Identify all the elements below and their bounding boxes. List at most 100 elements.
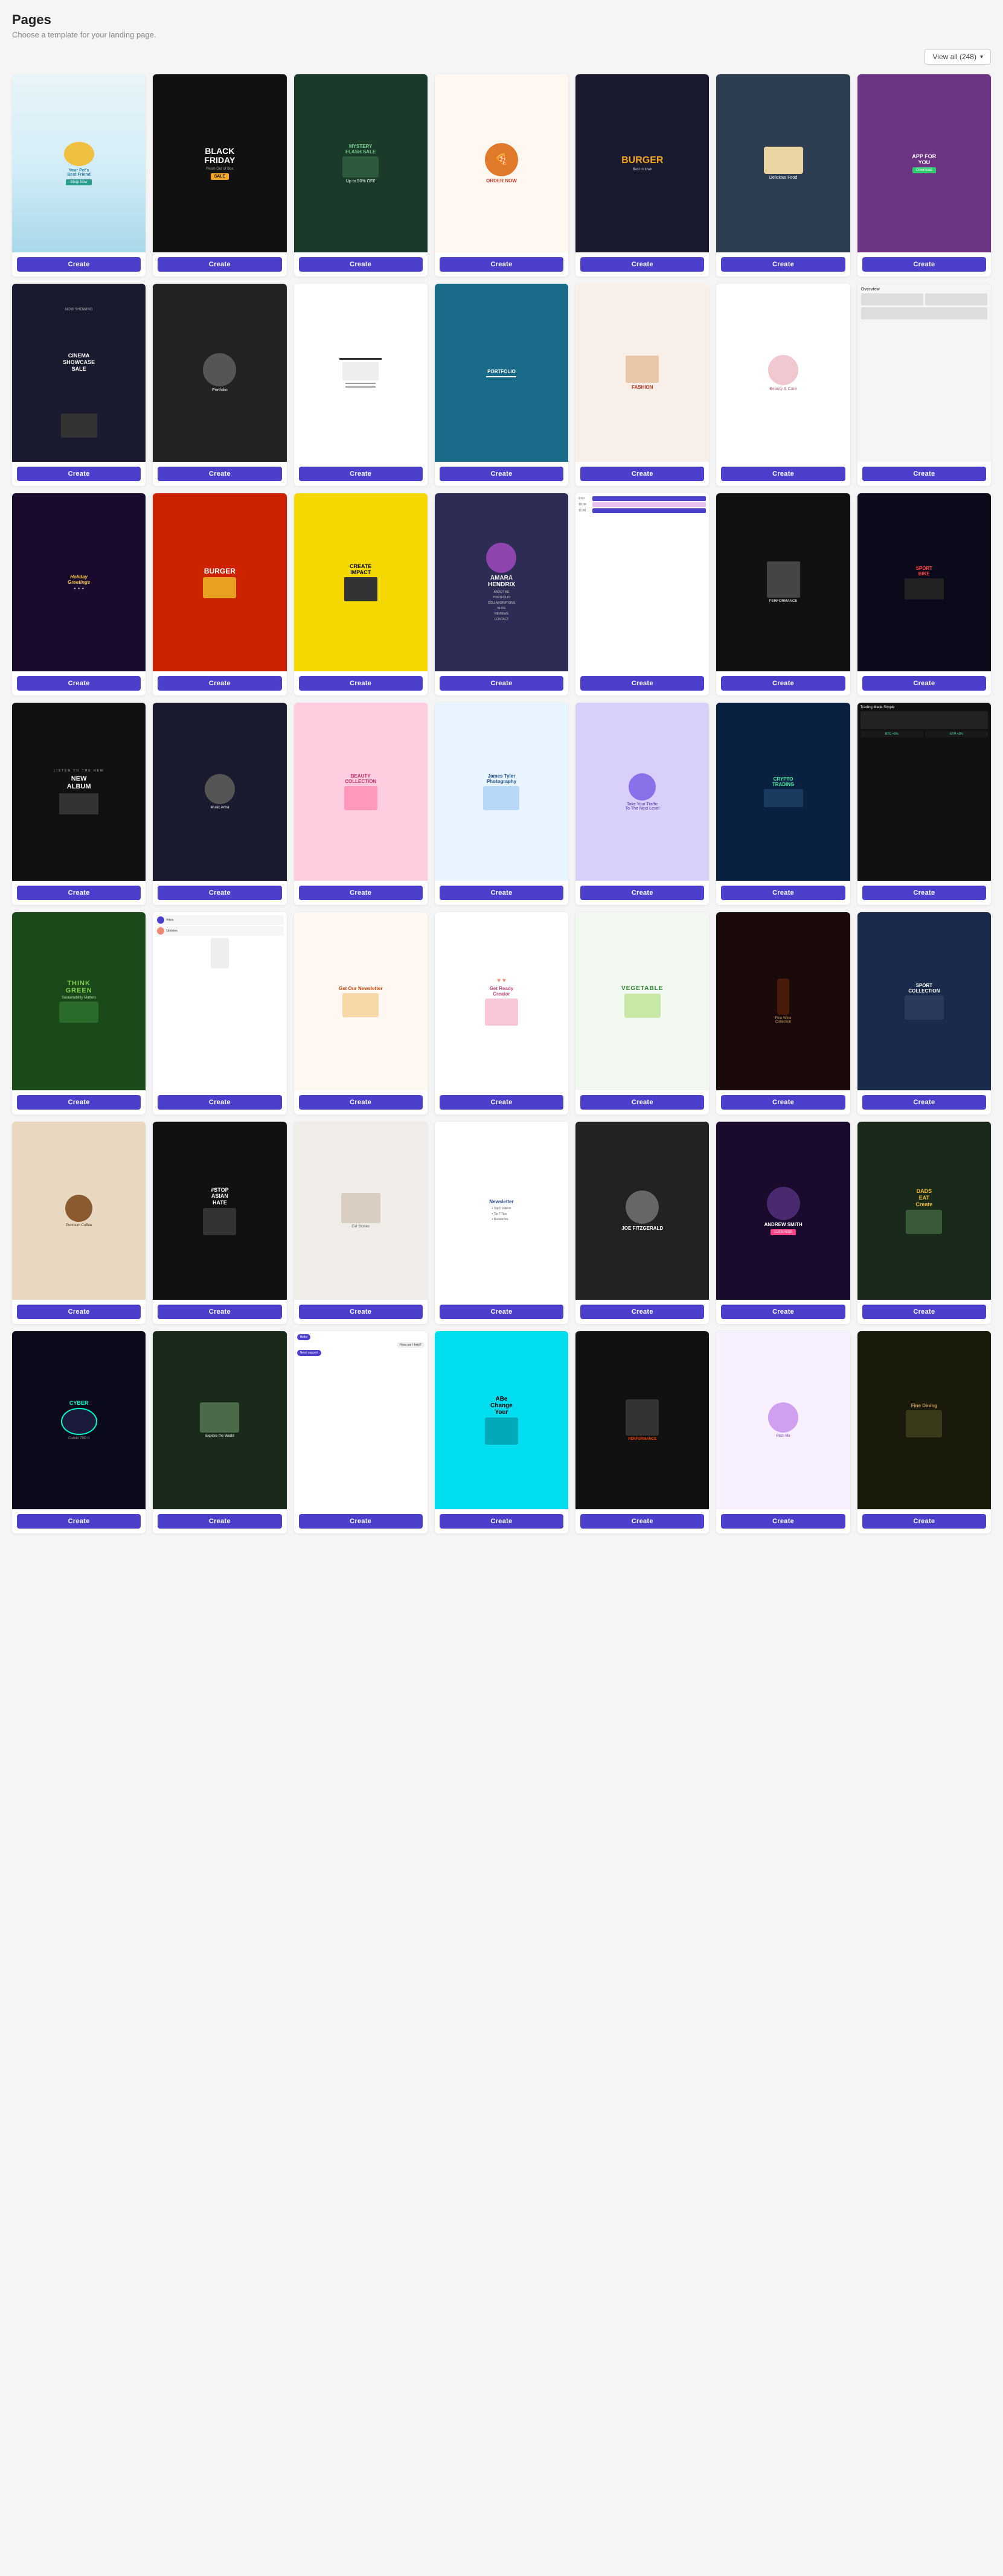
template-preview-mystery: MYSTERYFLASH SALEUp to 50% OFF: [294, 74, 428, 252]
template-preview-purple: Take Your TrafficTo The Next Level: [575, 703, 709, 881]
template-card-newsletter2: Newsletter• Top 5 Videos• Tip 7 Tips• Re…: [435, 1122, 568, 1324]
template-preview-dadseat: DADSEATCreate: [857, 1122, 991, 1300]
template-preview-food: Delicious Food: [716, 74, 850, 252]
create-button-coffee[interactable]: Create: [17, 1305, 141, 1319]
template-preview-xmas: HolidayGreetings✦ ✦ ✦: [12, 493, 146, 671]
template-card-pink: BEAUTYCOLLECTIONCreate: [294, 703, 428, 905]
template-preview-stopasian: #STOPASIANHATE: [153, 1122, 286, 1300]
template-card-cinema: NOW SHOWINGCINEMASHOWCASESALECreate: [12, 284, 146, 486]
create-button-pizza[interactable]: Create: [440, 257, 563, 272]
create-button-overview[interactable]: Create: [862, 467, 986, 481]
create-button-minimal[interactable]: Create: [299, 467, 423, 481]
create-button-aboutme[interactable]: Create: [440, 1514, 563, 1529]
create-button-amara[interactable]: Create: [440, 676, 563, 691]
create-button-burger[interactable]: Create: [580, 257, 704, 272]
create-button-joe[interactable]: Create: [580, 1305, 704, 1319]
template-card-wine: Fine WineCollection Create: [716, 912, 850, 1114]
template-preview-crypto: CRYPTOTRADING: [716, 703, 850, 881]
template-preview-aboutme: ABeChangeYour: [435, 1331, 568, 1509]
template-preview-joe: JOE FITZGERALD: [575, 1122, 709, 1300]
create-button-sport[interactable]: Create: [862, 1095, 986, 1110]
template-card-pet: Your Pet'sBest FriendShop NowCreate: [12, 74, 146, 276]
template-card-joe: JOE FITZGERALD Create: [575, 1122, 709, 1324]
template-card-app: APP FORYOUDownload Create: [857, 74, 991, 276]
create-button-getready[interactable]: Create: [440, 1095, 563, 1110]
template-card-cosmetics: Beauty & CareCreate: [716, 284, 850, 486]
toolbar: View all (248) ▾: [12, 49, 991, 65]
create-button-food[interactable]: Create: [721, 257, 845, 272]
create-button-wine[interactable]: Create: [721, 1095, 845, 1110]
create-button-app[interactable]: Create: [862, 257, 986, 272]
create-button-blackfriday[interactable]: Create: [158, 257, 281, 272]
create-button-vegetable[interactable]: Create: [580, 1095, 704, 1110]
template-preview-cybercam: CYBERCanon 70D II: [12, 1331, 146, 1509]
create-button-purple[interactable]: Create: [580, 886, 704, 900]
template-card-fashion: FASHIONCreate: [575, 284, 709, 486]
template-preview-minimal: [294, 284, 428, 462]
view-all-label: View all (248): [932, 53, 976, 61]
template-preview-blackfriday: BLACKFRIDAYFresh Out of BoxSALE: [153, 74, 286, 252]
template-card-newsletter: Get Our NewsletterCreate: [294, 912, 428, 1114]
create-button-cats[interactable]: Create: [299, 1305, 423, 1319]
create-button-portfolio[interactable]: Create: [440, 467, 563, 481]
create-button-thinkgreen[interactable]: Create: [17, 1095, 141, 1110]
create-button-stopasian[interactable]: Create: [158, 1305, 281, 1319]
create-button-burger2[interactable]: Create: [158, 676, 281, 691]
create-button-schedule[interactable]: Create: [580, 676, 704, 691]
create-button-athlete[interactable]: Create: [580, 1514, 704, 1529]
create-button-newalbum[interactable]: Create: [17, 886, 141, 900]
template-card-xmas: HolidayGreetings✦ ✦ ✦ Create: [12, 493, 146, 695]
template-preview-vegetable: VEGETABLE: [575, 912, 709, 1090]
template-preview-travel: Explore the World: [153, 1331, 286, 1509]
template-preview-newalbum: LISTEN TO THE NEWNEWALBUM: [12, 703, 146, 881]
create-button-dadseat[interactable]: Create: [862, 1305, 986, 1319]
create-button-sportbike[interactable]: Create: [862, 676, 986, 691]
create-button-crypto[interactable]: Create: [721, 886, 845, 900]
page-header: Pages Choose a template for your landing…: [12, 12, 991, 39]
template-card-mystery: MYSTERYFLASH SALEUp to 50% OFF Create: [294, 74, 428, 276]
templates-grid: Your Pet'sBest FriendShop NowCreateBLACK…: [12, 74, 991, 1533]
create-button-email[interactable]: Create: [158, 1095, 281, 1110]
template-preview-coffee: Premium Coffee: [12, 1122, 146, 1300]
template-preview-app: APP FORYOUDownload: [857, 74, 991, 252]
template-preview-amara: AMARAHENDRIXABOUT MEPORTFOLIOCOLLABORATI…: [435, 493, 568, 671]
template-preview-sportbike: SPORTBIKE: [857, 493, 991, 671]
create-button-yellow[interactable]: Create: [299, 676, 423, 691]
create-button-model[interactable]: Create: [158, 467, 281, 481]
create-button-restaurant[interactable]: Create: [862, 1514, 986, 1529]
template-preview-cats: Cat Stories: [294, 1122, 428, 1300]
create-button-dancer[interactable]: Create: [721, 676, 845, 691]
template-preview-pizza: 🍕ORDER NOW: [435, 74, 568, 252]
template-card-travel: Explore the World Create: [153, 1331, 286, 1533]
create-button-cinema[interactable]: Create: [17, 467, 141, 481]
create-button-cosmetics[interactable]: Create: [721, 467, 845, 481]
create-button-pink[interactable]: Create: [299, 886, 423, 900]
template-preview-andrew: ANDREW SMITHCLICK HERE: [716, 1122, 850, 1300]
create-button-travel[interactable]: Create: [158, 1514, 281, 1529]
create-button-fashion[interactable]: Create: [580, 467, 704, 481]
template-preview-wine: Fine WineCollection: [716, 912, 850, 1090]
view-all-button[interactable]: View all (248) ▾: [924, 49, 991, 65]
template-preview-pitchme: Pitch Me: [716, 1331, 850, 1509]
template-preview-email: InboxUpdates: [153, 912, 286, 1090]
create-button-music2[interactable]: Create: [158, 886, 281, 900]
template-card-sport: SPORTCOLLECTIONCreate: [857, 912, 991, 1114]
create-button-xmas[interactable]: Create: [17, 676, 141, 691]
create-button-pet[interactable]: Create: [17, 257, 141, 272]
create-button-james[interactable]: Create: [440, 886, 563, 900]
template-card-amara: AMARAHENDRIXABOUT MEPORTFOLIOCOLLABORATI…: [435, 493, 568, 695]
create-button-newsletter[interactable]: Create: [299, 1095, 423, 1110]
create-button-mystery[interactable]: Create: [299, 257, 423, 272]
create-button-chat[interactable]: Create: [299, 1514, 423, 1529]
create-button-darktrading[interactable]: Create: [862, 886, 986, 900]
template-preview-schedule: 9:0010:0011:00: [575, 493, 709, 671]
template-card-dancer: PERFORMANCE Create: [716, 493, 850, 695]
template-preview-dancer: PERFORMANCE: [716, 493, 850, 671]
create-button-pitchme[interactable]: Create: [721, 1514, 845, 1529]
template-card-pitchme: Pitch Me Create: [716, 1331, 850, 1533]
create-button-newsletter2[interactable]: Create: [440, 1305, 563, 1319]
create-button-cybercam[interactable]: Create: [17, 1514, 141, 1529]
create-button-andrew[interactable]: Create: [721, 1305, 845, 1319]
template-preview-burger2: BURGER: [153, 493, 286, 671]
template-card-minimal: Create: [294, 284, 428, 486]
